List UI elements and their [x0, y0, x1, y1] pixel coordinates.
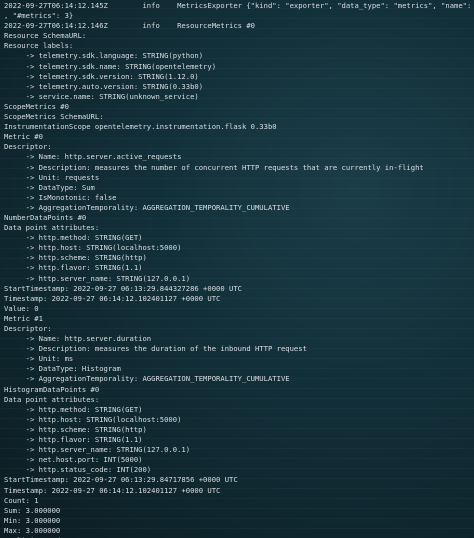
log-line: -> http.method: STRING(GET): [4, 404, 143, 414]
log-line: InstrumentationScope opentelemetry.instr…: [4, 122, 277, 132]
log-line: -> Name: http.server.duration: [4, 334, 152, 344]
log-line: -> telemetry.sdk.name: STRING(openteleme…: [4, 61, 217, 71]
log-line: Descriptor:: [4, 142, 52, 152]
log-line: -> Name: http.server.active_requests: [4, 152, 182, 162]
log-line: -> service.name: STRING(unknown_service): [4, 91, 199, 101]
log-line: -> http.server_name: STRING(127.0.0.1): [4, 273, 191, 283]
terminal-window[interactable]: 2022-09-27T06:14:12.145Z info MetricsExp…: [0, 0, 474, 538]
log-line: Resource labels:: [4, 41, 74, 51]
log-line: Value: 0: [4, 303, 39, 313]
log-line: Count: 1: [4, 495, 39, 505]
log-line: -> DataType: Sum: [4, 182, 95, 192]
log-line: -> http.host: STRING(localhost:5000): [4, 414, 182, 424]
log-line: Min: 3.000000: [4, 515, 61, 525]
log-line: -> http.flavor: STRING(1.1): [4, 435, 143, 445]
log-line: ScopeMetrics SchemaURL:: [4, 112, 104, 122]
log-line: 2022-09-27T06:14:12.145Z info MetricsExp…: [4, 1, 470, 10]
log-line: -> AggregationTemporality: AGGREGATION_T…: [4, 202, 290, 212]
log-line: -> net.host.port: INT(5000): [4, 455, 143, 465]
log-line: -> telemetry.sdk.language: STRING(python…: [4, 51, 204, 61]
log-line: -> http.server_name: STRING(127.0.0.1): [4, 445, 191, 455]
log-line: -> AggregationTemporality: AGGREGATION_T…: [4, 374, 290, 384]
log-line: -> Description: measures the duration of…: [4, 344, 307, 354]
log-line: Timestamp: 2022-09-27 06:14:12.102401127…: [4, 485, 221, 495]
terminal-output: 2022-09-27T06:14:12.145Z info MetricsExp…: [4, 1, 470, 538]
log-line: -> IsMonotonic: false: [4, 192, 117, 202]
log-line: Max: 3.000000: [4, 525, 61, 535]
log-line: Metric #1: [4, 313, 43, 323]
log-line: -> http.method: STRING(GET): [4, 233, 143, 243]
log-line: , "#metrics": 3}: [4, 11, 74, 21]
log-line: HistogramDataPoints #0: [4, 384, 100, 394]
log-line: -> telemetry.auto.version: STRING(0.33b0…: [4, 81, 204, 91]
log-line: -> http.scheme: STRING(http): [4, 253, 147, 263]
log-line: Sum: 3.000000: [4, 505, 61, 515]
log-line: Timestamp: 2022-09-27 06:14:12.102401127…: [4, 293, 221, 303]
log-line: -> http.flavor: STRING(1.1): [4, 263, 143, 273]
log-line: -> Unit: requests: [4, 172, 100, 182]
log-line: StartTimestamp: 2022-09-27 06:13:29.8471…: [4, 475, 238, 485]
log-line: 2022-09-27T06:14:12.146Z info ResourceMe…: [4, 21, 255, 31]
log-line: ScopeMetrics #0: [4, 101, 69, 111]
log-line: -> DataType: Histogram: [4, 364, 121, 374]
log-line: Resource SchemaURL:: [4, 31, 87, 41]
log-line: NumberDataPoints #0: [4, 212, 87, 222]
log-line: Metric #0: [4, 132, 43, 142]
log-line: -> http.status_code: INT(200): [4, 465, 152, 475]
log-line: -> Description: measures the number of c…: [4, 162, 424, 172]
log-line: -> telemetry.sdk.version: STRING(1.12.0): [4, 71, 199, 81]
log-line: -> http.host: STRING(localhost:5000): [4, 243, 182, 253]
log-line: -> Unit: ms: [4, 354, 74, 364]
log-line: Descriptor:: [4, 324, 52, 333]
log-line: -> http.scheme: STRING(http): [4, 424, 147, 434]
log-line: StartTimestamp: 2022-09-27 06:13:29.8443…: [4, 283, 242, 293]
log-line: Data point attributes:: [4, 223, 100, 233]
log-line: Data point attributes:: [4, 394, 100, 404]
